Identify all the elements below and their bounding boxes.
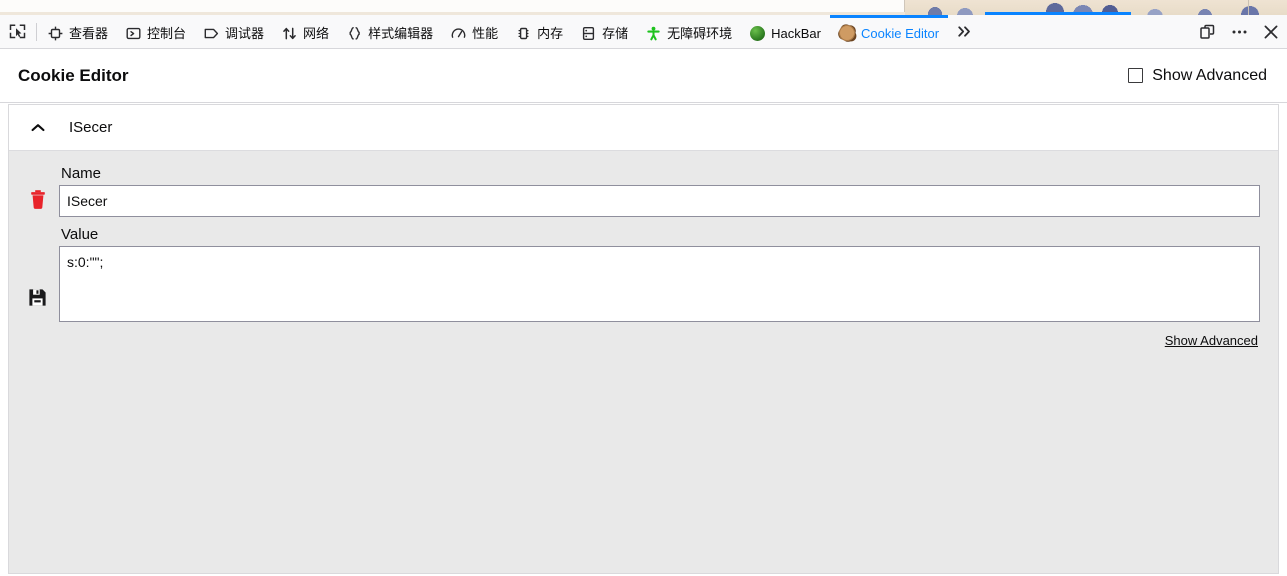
close-devtools-button[interactable]: [1255, 15, 1287, 48]
cookie-value-label: Value: [61, 226, 99, 243]
page-vertical-separator: [1248, 0, 1249, 15]
tab-storage[interactable]: 存储: [572, 15, 637, 48]
cookie-name-display: ISecer: [69, 119, 113, 136]
cookie-value-textarea[interactable]: s:0:"";: [59, 246, 1260, 322]
tab-accessibility[interactable]: 无障碍环境: [637, 15, 741, 48]
toolbar-overflow-button[interactable]: [948, 15, 980, 48]
tab-label: 存储: [602, 25, 629, 41]
performance-icon: [451, 26, 466, 41]
tab-label: 查看器: [69, 25, 109, 41]
cookie-editor-body: ISecer Name ISecer Value s:0:""; Show Ad…: [0, 104, 1287, 576]
storage-icon: [581, 26, 596, 41]
more-options-button[interactable]: [1223, 15, 1255, 48]
tab-cookie-editor[interactable]: Cookie Editor: [830, 15, 949, 48]
cookie-name-input[interactable]: [59, 185, 1260, 217]
close-icon: [1263, 24, 1279, 40]
delete-cookie-button[interactable]: [28, 189, 48, 211]
tab-debugger[interactable]: 调试器: [195, 15, 273, 48]
show-advanced-toggle[interactable]: Show Advanced: [1128, 67, 1267, 85]
more-options-icon: [1231, 29, 1248, 35]
debugger-icon: [204, 26, 219, 41]
web-page-content-strip: [0, 0, 1287, 15]
cookie-list-item-header[interactable]: ISecer: [9, 105, 1278, 151]
chevron-up-icon: [31, 123, 45, 132]
cookie-value-field-group: Value s:0:"";: [59, 226, 1260, 327]
tab-label: 样式编辑器: [368, 25, 434, 41]
cookie-name-label: Name: [61, 165, 102, 182]
tab-hackbar[interactable]: HackBar: [741, 15, 830, 48]
tab-label: 性能: [472, 25, 499, 41]
show-advanced-label: Show Advanced: [1152, 66, 1267, 84]
show-advanced-checkbox[interactable]: [1128, 68, 1144, 83]
tab-label: 网络: [303, 25, 330, 41]
trash-icon: [28, 189, 48, 211]
console-icon: [126, 26, 141, 41]
tab-memory[interactable]: 内存: [507, 15, 572, 48]
dock-window-icon: [1199, 24, 1216, 40]
show-advanced-link[interactable]: Show Advanced: [1165, 333, 1258, 348]
accessibility-icon: [646, 26, 661, 41]
hackbar-icon: [750, 25, 766, 41]
dock-position-button[interactable]: [1191, 15, 1223, 48]
tab-label: 控制台: [147, 25, 187, 41]
cookie-icon: [839, 25, 855, 41]
show-advanced-link-row: Show Advanced: [59, 327, 1260, 350]
tab-label: Cookie Editor: [861, 25, 940, 41]
devtools-toolbar: 查看器 控制台 调试器 网络 样式编辑器 性能 内存 存储 无障碍环境 Hack…: [0, 15, 1287, 49]
style-editor-icon: [347, 26, 362, 41]
cookie-editor-header: Cookie Editor Show Advanced: [0, 49, 1287, 103]
cookie-edit-form: Name Value s:0:""; Show Advanced: [9, 151, 1278, 360]
cookie-editor-panel: Cookie Editor Show Advanced ISecer Name …: [0, 49, 1287, 576]
toolbar-divider: [36, 22, 37, 41]
tab-network[interactable]: 网络: [273, 15, 338, 48]
tab-label: 内存: [537, 25, 564, 41]
cookie-name-field-group: Name: [59, 165, 1260, 217]
memory-icon: [516, 26, 531, 41]
save-cookie-button[interactable]: [28, 288, 48, 308]
tab-performance[interactable]: 性能: [442, 15, 507, 48]
inspector-icon: [48, 26, 63, 41]
network-icon: [282, 26, 297, 41]
tab-label: 调试器: [225, 25, 265, 41]
tab-label: HackBar: [771, 25, 821, 41]
element-picker-icon: [9, 23, 26, 40]
page-title: Cookie Editor: [18, 65, 129, 85]
element-picker-button[interactable]: [0, 15, 34, 48]
tab-console[interactable]: 控制台: [117, 15, 195, 48]
tab-label: 无障碍环境: [667, 25, 733, 41]
cookie-card: ISecer Name ISecer Value s:0:""; Show Ad…: [8, 104, 1279, 574]
tab-style-editor[interactable]: 样式编辑器: [338, 15, 442, 48]
tab-inspector[interactable]: 查看器: [39, 15, 117, 48]
save-floppy-icon: [28, 288, 47, 307]
page-paper-area: [0, 0, 905, 12]
chevron-double-right-icon: [956, 24, 973, 39]
